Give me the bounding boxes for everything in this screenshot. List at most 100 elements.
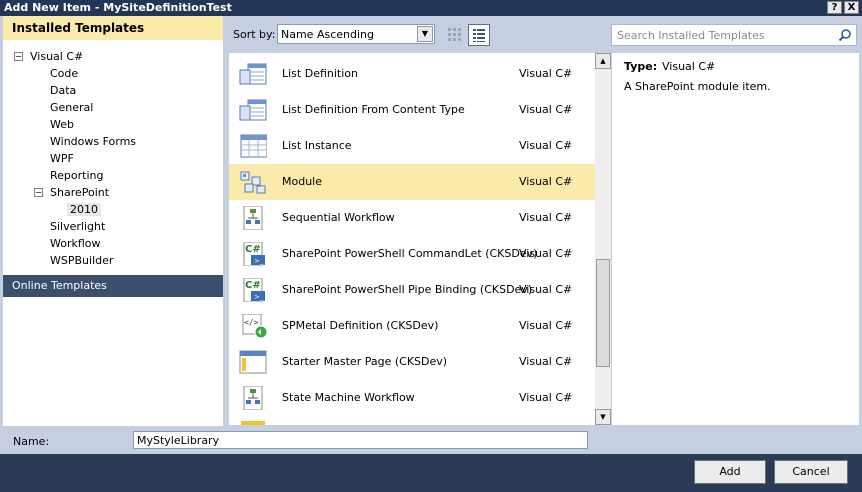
- search-installed-templates[interactable]: Search Installed Templates: [611, 24, 857, 46]
- template-language: Visual C#: [519, 319, 573, 332]
- tree-item-label: Web: [50, 118, 74, 131]
- template-name: List Definition: [282, 67, 358, 80]
- svg-text:</>: </>: [244, 318, 259, 327]
- dropdown-arrow-icon[interactable]: ▼: [417, 26, 433, 42]
- template-item-starter-master-page[interactable]: Starter Master Page (CKSDev) Visual C#: [229, 344, 595, 380]
- template-language: Visual C#: [519, 139, 573, 152]
- tree-item-sharepoint[interactable]: − SharePoint: [34, 185, 214, 201]
- medium-icons-view-button[interactable]: [443, 24, 465, 46]
- window-title: Add New Item - MySiteDefinitionTest: [4, 1, 232, 14]
- installed-templates-panel: Installed Templates − Visual C# Code Dat…: [3, 16, 223, 426]
- tree-item-label: Silverlight: [50, 220, 106, 233]
- type-value: Visual C#: [662, 60, 716, 73]
- csharp-file-icon: C# >_: [243, 278, 265, 302]
- module-icon: [240, 171, 266, 194]
- tree-item-visual-csharp[interactable]: − Visual C#: [14, 49, 214, 65]
- template-name: Sequential Workflow: [282, 211, 395, 224]
- template-language: Visual C#: [519, 175, 573, 188]
- svg-text:>_: >_: [254, 257, 264, 265]
- collapse-icon[interactable]: −: [34, 188, 43, 197]
- svg-text:C#: C#: [245, 244, 261, 255]
- template-language: Visual C#: [519, 283, 573, 296]
- collapse-icon[interactable]: −: [14, 52, 23, 61]
- installed-templates-label: Installed Templates: [12, 21, 145, 35]
- tree-item-reporting[interactable]: Reporting: [50, 168, 103, 184]
- template-item-spmetal-definition[interactable]: </> SPMetal Definition (CKSDev) Visual C…: [229, 308, 595, 344]
- template-name: SharePoint PowerShell CommandLet (CKSDev…: [282, 247, 538, 260]
- partial-item-icon: [241, 421, 265, 425]
- tree-item-silverlight[interactable]: Silverlight: [50, 219, 105, 235]
- list-view-icon: [473, 29, 485, 42]
- template-language: Visual C#: [519, 355, 573, 368]
- details-view-button[interactable]: [468, 24, 490, 46]
- title-bar: Add New Item - MySiteDefinitionTest ? X: [0, 0, 862, 16]
- tree-item-label: Reporting: [50, 169, 104, 182]
- scroll-up-arrow-icon[interactable]: ▲: [595, 53, 611, 69]
- tree-item-label: WPF: [50, 152, 74, 165]
- template-name: List Definition From Content Type: [282, 103, 465, 116]
- add-button[interactable]: Add: [694, 460, 766, 484]
- sort-by-label: Sort by:: [233, 28, 276, 41]
- tree-item-2010[interactable]: 2010: [67, 202, 101, 218]
- template-details-panel: Type: Visual C# A SharePoint module item…: [612, 53, 859, 425]
- tree-item-label: Data: [50, 84, 77, 97]
- tree-item-label: WSPBuilder: [50, 254, 114, 267]
- close-button[interactable]: X: [844, 1, 859, 14]
- template-name: SharePoint PowerShell Pipe Binding (CKSD…: [282, 283, 533, 296]
- svg-text:C#: C#: [245, 280, 261, 291]
- online-templates-label: Online Templates: [12, 279, 107, 292]
- sort-by-select[interactable]: Name Ascending ▼: [277, 24, 435, 44]
- template-name: State Machine Workflow: [282, 391, 415, 404]
- template-item-list-definition[interactable]: List Definition Visual C#: [229, 56, 595, 92]
- tree-item-wpf[interactable]: WPF: [50, 151, 74, 167]
- template-item-powershell-commandlet[interactable]: C# >_ SharePoint PowerShell CommandLet (…: [229, 236, 595, 272]
- master-page-icon: [239, 350, 267, 374]
- tree-item-label: 2010: [67, 203, 101, 216]
- template-item-state-machine-workflow[interactable]: State Machine Workflow Visual C#: [229, 380, 595, 416]
- tree-item-wspbuilder[interactable]: WSPBuilder: [50, 253, 113, 269]
- tree-item-general[interactable]: General: [50, 100, 93, 116]
- template-name: Module: [282, 175, 322, 188]
- template-item-list-definition-from-content-type[interactable]: List Definition From Content Type Visual…: [229, 92, 595, 128]
- template-list: List Definition Visual C# List Definitio…: [229, 53, 595, 425]
- template-language: Visual C#: [519, 391, 573, 404]
- tree-item-data[interactable]: Data: [50, 83, 76, 99]
- template-name: Starter Master Page (CKSDev): [282, 355, 448, 368]
- template-item-list-instance[interactable]: List Instance Visual C#: [229, 128, 595, 164]
- template-name: List Instance: [282, 139, 352, 152]
- online-templates-header[interactable]: Online Templates: [3, 275, 223, 297]
- template-item-sequential-workflow[interactable]: Sequential Workflow Visual C#: [229, 200, 595, 236]
- grid-view-icon: [448, 28, 461, 41]
- tree-item-label: Windows Forms: [50, 135, 137, 148]
- workflow-icon: [243, 386, 263, 410]
- name-input[interactable]: [133, 431, 588, 449]
- template-item-powershell-pipe-binding[interactable]: C# >_ SharePoint PowerShell Pipe Binding…: [229, 272, 595, 308]
- template-description: A SharePoint module item.: [624, 80, 771, 93]
- help-button[interactable]: ?: [827, 1, 842, 14]
- template-list-scrollbar[interactable]: ▲ ▼: [595, 53, 611, 425]
- tree-item-label: General: [50, 101, 94, 114]
- svg-text:>_: >_: [254, 293, 264, 301]
- scroll-down-arrow-icon[interactable]: ▼: [595, 409, 611, 425]
- template-item-module[interactable]: Module Visual C#: [229, 164, 595, 200]
- tree-item-workflow[interactable]: Workflow: [50, 236, 101, 252]
- tree-item-label: SharePoint: [50, 186, 110, 199]
- search-placeholder: Search Installed Templates: [617, 29, 765, 42]
- tree-item-web[interactable]: Web: [50, 117, 74, 133]
- template-language: Visual C#: [519, 67, 573, 80]
- tree-item-windows-forms[interactable]: Windows Forms: [50, 134, 136, 150]
- name-label: Name:: [13, 435, 50, 448]
- cancel-button[interactable]: Cancel: [774, 460, 848, 484]
- template-language: Visual C#: [519, 211, 573, 224]
- spmetal-icon: </>: [242, 314, 267, 338]
- template-language: Visual C#: [519, 103, 573, 116]
- scrollbar-thumb[interactable]: [596, 259, 610, 367]
- tree-item-label: Code: [50, 67, 79, 80]
- list-instance-icon: [240, 134, 267, 158]
- tree-item-label: Workflow: [50, 237, 101, 250]
- template-name: SPMetal Definition (CKSDev): [282, 319, 439, 332]
- tree-item-code[interactable]: Code: [50, 66, 78, 82]
- tree-item-label: Visual C#: [30, 50, 84, 63]
- search-icon[interactable]: [838, 28, 852, 42]
- installed-templates-header[interactable]: Installed Templates: [3, 16, 223, 40]
